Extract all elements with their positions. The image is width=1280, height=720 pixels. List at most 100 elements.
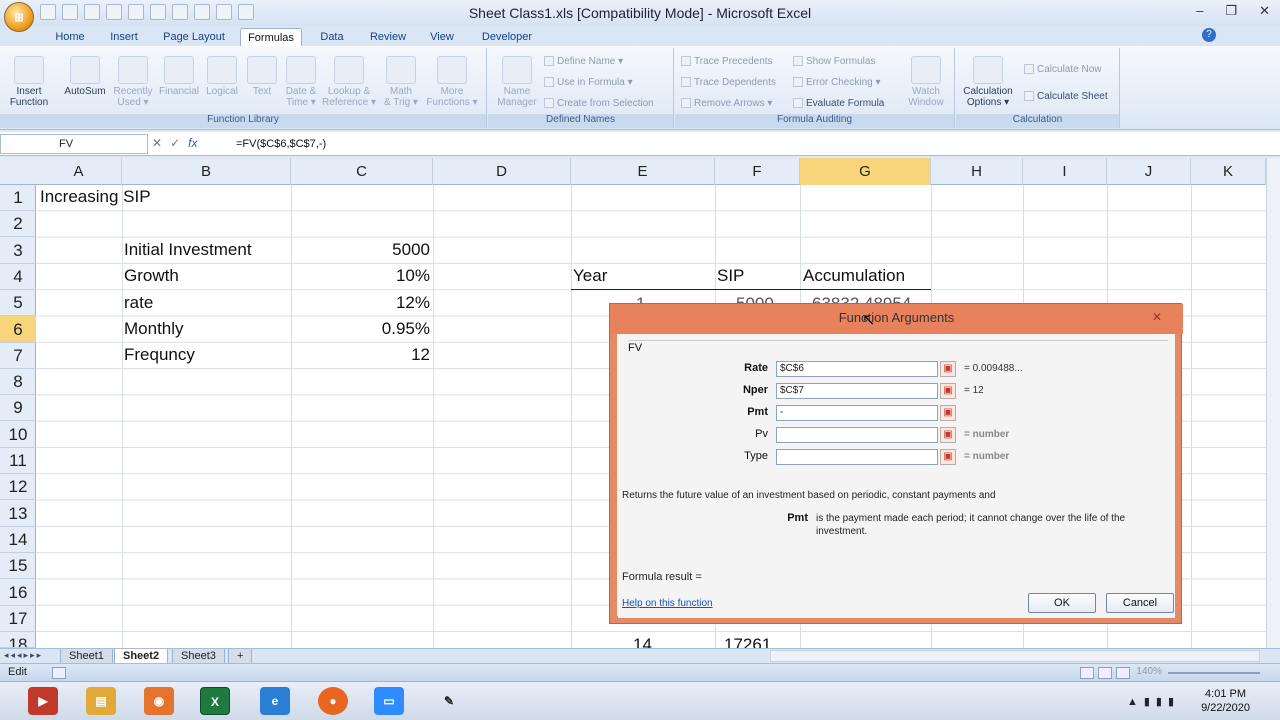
tab-developer[interactable]: Developer (476, 28, 538, 46)
tab-insert[interactable]: Insert (104, 28, 144, 46)
row-header[interactable]: 3 (0, 237, 36, 264)
calculation-options-button[interactable]: Calculation Options ▾ (958, 56, 1018, 108)
trace-dependents-button[interactable]: Trace Dependents (681, 76, 776, 90)
cell-b4[interactable]: Growth (124, 266, 179, 286)
lookup-reference-button[interactable]: Lookup & Reference ▾ (322, 56, 376, 108)
name-manager-button[interactable]: Name Manager (492, 56, 542, 108)
column-header[interactable]: C (291, 158, 433, 185)
dialog-title[interactable]: Function Arguments (610, 304, 1183, 334)
column-header[interactable]: F (715, 158, 800, 185)
tab-page-layout[interactable]: Page Layout (158, 28, 230, 46)
row-header[interactable]: 15 (0, 553, 36, 579)
cell-c3[interactable]: 5000 (296, 240, 430, 260)
zoom-icon[interactable]: ▭ (374, 687, 404, 715)
cell-e4[interactable]: Year (573, 266, 607, 286)
column-header[interactable]: B (122, 158, 291, 185)
row-header[interactable]: 4 (0, 264, 36, 290)
firefox-icon[interactable]: ● (318, 687, 348, 715)
pen-tool-icon[interactable]: ✎ (434, 687, 464, 715)
close-button[interactable]: ✕ (1259, 3, 1270, 19)
tab-data[interactable]: Data (314, 28, 350, 46)
cell-c5[interactable]: 12% (296, 293, 430, 313)
sheet-tab-sheet2[interactable]: Sheet2 (114, 649, 169, 664)
column-header[interactable]: D (433, 158, 571, 185)
column-header[interactable]: I (1023, 158, 1107, 185)
row-header[interactable]: 9 (0, 395, 36, 421)
nper-collapse-icon[interactable]: ▣ (940, 383, 956, 399)
presentation-app-icon[interactable]: ▶ (28, 687, 58, 715)
arg-pv-input[interactable] (776, 427, 938, 443)
financial-button[interactable]: Financial (156, 56, 202, 97)
cell-c6[interactable]: 0.95% (296, 319, 430, 339)
sheet-tab-sheet3[interactable]: Sheet3 (172, 649, 225, 664)
error-checking-button[interactable]: Error Checking ▾ (793, 76, 881, 90)
column-header[interactable]: K (1191, 158, 1266, 185)
row-header[interactable]: 2 (0, 211, 36, 237)
vertical-scrollbar[interactable] (1266, 158, 1280, 648)
help-on-function-link[interactable]: Help on this function (622, 598, 713, 609)
row-header[interactable]: 1 (0, 185, 36, 211)
arg-rate-input[interactable]: $C$6 (776, 361, 938, 377)
cell-f4[interactable]: SIP (717, 266, 744, 286)
column-header-selected[interactable]: G (800, 158, 931, 185)
more-functions-button[interactable]: More Functions ▾ (424, 56, 480, 108)
system-clock[interactable]: 4:01 PM 9/22/2020 (1201, 687, 1250, 715)
remove-arrows-button[interactable]: Remove Arrows ▾ (681, 97, 772, 111)
formula-input[interactable]: =FV($C$6,$C$7,-) (236, 135, 326, 153)
show-formulas-button[interactable]: Show Formulas (793, 55, 875, 69)
zoom-level[interactable]: 140% (1136, 666, 1162, 677)
cell-f18[interactable]: 17261 (724, 635, 771, 648)
row-header[interactable]: 16 (0, 579, 36, 606)
calculate-now-button[interactable]: Calculate Now (1024, 63, 1101, 77)
math-trig-button[interactable]: Math & Trig ▾ (378, 56, 424, 108)
arg-nper-input[interactable]: $C$7 (776, 383, 938, 399)
column-header[interactable]: H (931, 158, 1023, 185)
maximize-button[interactable]: ❐ (1225, 3, 1237, 19)
zoom-slider[interactable] (1168, 672, 1260, 674)
row-header[interactable]: 14 (0, 527, 36, 553)
column-header[interactable]: A (36, 158, 122, 185)
dialog-close-icon[interactable]: ✕ (1143, 310, 1171, 326)
row-header[interactable]: 17 (0, 606, 36, 632)
rate-collapse-icon[interactable]: ▣ (940, 361, 956, 377)
cell-c4[interactable]: 10% (296, 266, 430, 286)
insert-function-button[interactable]: Insert Function (6, 56, 52, 108)
excel-icon[interactable]: X (200, 687, 230, 715)
tab-home[interactable]: Home (50, 28, 90, 46)
normal-view-icon[interactable] (1080, 667, 1094, 679)
name-box[interactable]: FV (0, 134, 148, 154)
cancel-button[interactable]: Cancel (1106, 593, 1174, 613)
help-icon[interactable]: ? (1202, 28, 1216, 42)
row-header[interactable]: 10 (0, 421, 36, 448)
insert-function-icon[interactable]: fx (188, 136, 197, 150)
system-tray-icons[interactable]: ▲▮▮▮ (1127, 695, 1180, 708)
type-collapse-icon[interactable]: ▣ (940, 449, 956, 465)
watch-window-button[interactable]: Watch Window (901, 56, 951, 108)
insert-sheet-icon[interactable]: + (228, 649, 252, 664)
page-break-view-icon[interactable] (1116, 667, 1130, 679)
tab-review[interactable]: Review (364, 28, 412, 46)
internet-explorer-icon[interactable]: e (260, 687, 290, 715)
row-header[interactable]: 5 (0, 290, 36, 316)
use-in-formula-button[interactable]: Use in Formula ▾ (544, 76, 633, 90)
macro-record-icon[interactable] (52, 667, 66, 679)
row-header[interactable]: 8 (0, 369, 36, 395)
logical-button[interactable]: Logical (200, 56, 244, 97)
minimize-button[interactable]: – (1196, 3, 1203, 19)
cell-b6[interactable]: Monthly (124, 319, 184, 339)
arg-type-input[interactable] (776, 449, 938, 465)
media-app-icon[interactable]: ◉ (144, 687, 174, 715)
autosum-button[interactable]: AutoSum (60, 56, 110, 97)
cell-b3[interactable]: Initial Investment (124, 240, 252, 260)
cell-g4[interactable]: Accumulation (803, 266, 905, 286)
office-button[interactable]: ⊞ (4, 2, 34, 32)
cell-b5[interactable]: rate (124, 293, 153, 313)
row-header[interactable]: 18 (0, 632, 36, 648)
column-header[interactable]: E (571, 158, 715, 185)
row-header[interactable]: 7 (0, 343, 36, 369)
tab-view[interactable]: View (424, 28, 460, 46)
cell-c7[interactable]: 12 (296, 345, 430, 365)
cell-a1[interactable]: Increasing SIP (40, 187, 151, 207)
page-layout-view-icon[interactable] (1098, 667, 1112, 679)
date-time-button[interactable]: Date & Time ▾ (280, 56, 322, 108)
